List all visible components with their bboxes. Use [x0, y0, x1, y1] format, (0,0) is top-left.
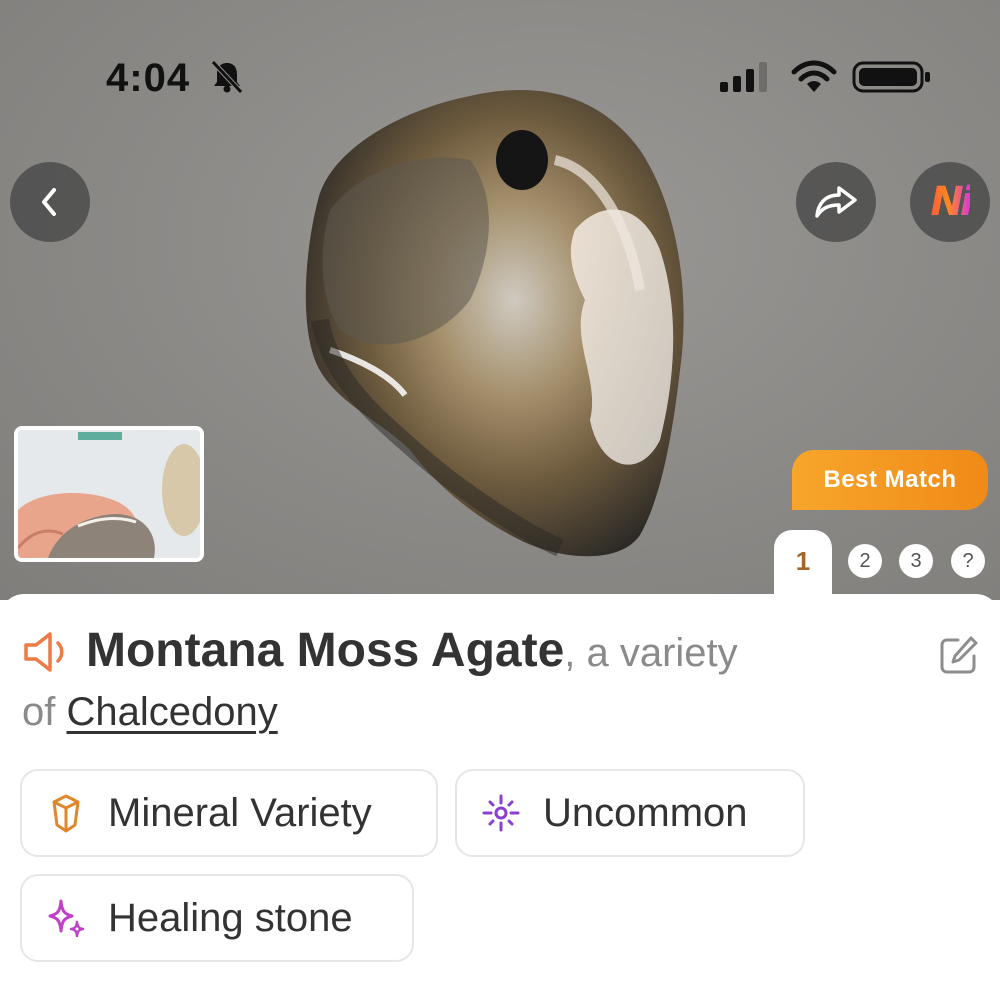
of-text: of: [22, 690, 56, 734]
variety-text: , a variety: [564, 631, 738, 675]
specimen-name: Montana Moss Agate: [86, 624, 565, 677]
chevron-left-icon: [42, 188, 56, 216]
speaker-icon[interactable]: [22, 629, 76, 675]
battery-icon: [852, 61, 930, 93]
bell-muted-icon: [211, 60, 243, 94]
result-tab-3[interactable]: 3: [899, 544, 933, 578]
wifi-icon: [791, 60, 837, 92]
ai-assistant-button[interactable]: Ni: [910, 162, 990, 242]
back-button[interactable]: [10, 162, 90, 242]
result-tab-1[interactable]: 1: [774, 530, 832, 602]
result-tab-unknown[interactable]: ?: [951, 544, 985, 578]
crystal-icon: [52, 794, 80, 833]
sparkles-icon: [48, 899, 85, 938]
share-button[interactable]: [796, 162, 876, 242]
tag-label: Healing stone: [108, 895, 353, 940]
specimen-title: Montana Moss Agate, a variety: [86, 618, 906, 686]
tag-label: Mineral Variety: [108, 790, 372, 835]
result-tab-2[interactable]: 2: [848, 544, 882, 578]
specimen-photo: 4:04 Ni Best Match: [0, 0, 1000, 600]
tag-rarity[interactable]: Uncommon: [455, 769, 805, 857]
variety-subtitle: of Chalcedony: [22, 684, 278, 740]
cellular-signal-icon: [720, 62, 767, 92]
edit-icon[interactable]: [938, 634, 980, 676]
tag-mineral-variety[interactable]: Mineral Variety: [20, 769, 438, 857]
status-time: 4:04: [106, 56, 191, 100]
tag-label: Uncommon: [543, 790, 748, 835]
ai-logo-icon: Ni: [930, 179, 973, 225]
best-match-badge: Best Match: [792, 450, 988, 510]
tag-healing-stone[interactable]: Healing stone: [20, 874, 414, 962]
source-photo-thumbnail[interactable]: [14, 426, 204, 562]
thumbnail-image: [18, 430, 200, 558]
share-arrow-icon: [815, 186, 857, 218]
parent-mineral-link[interactable]: Chalcedony: [66, 690, 277, 734]
sparkle-burst-icon: [482, 794, 520, 832]
